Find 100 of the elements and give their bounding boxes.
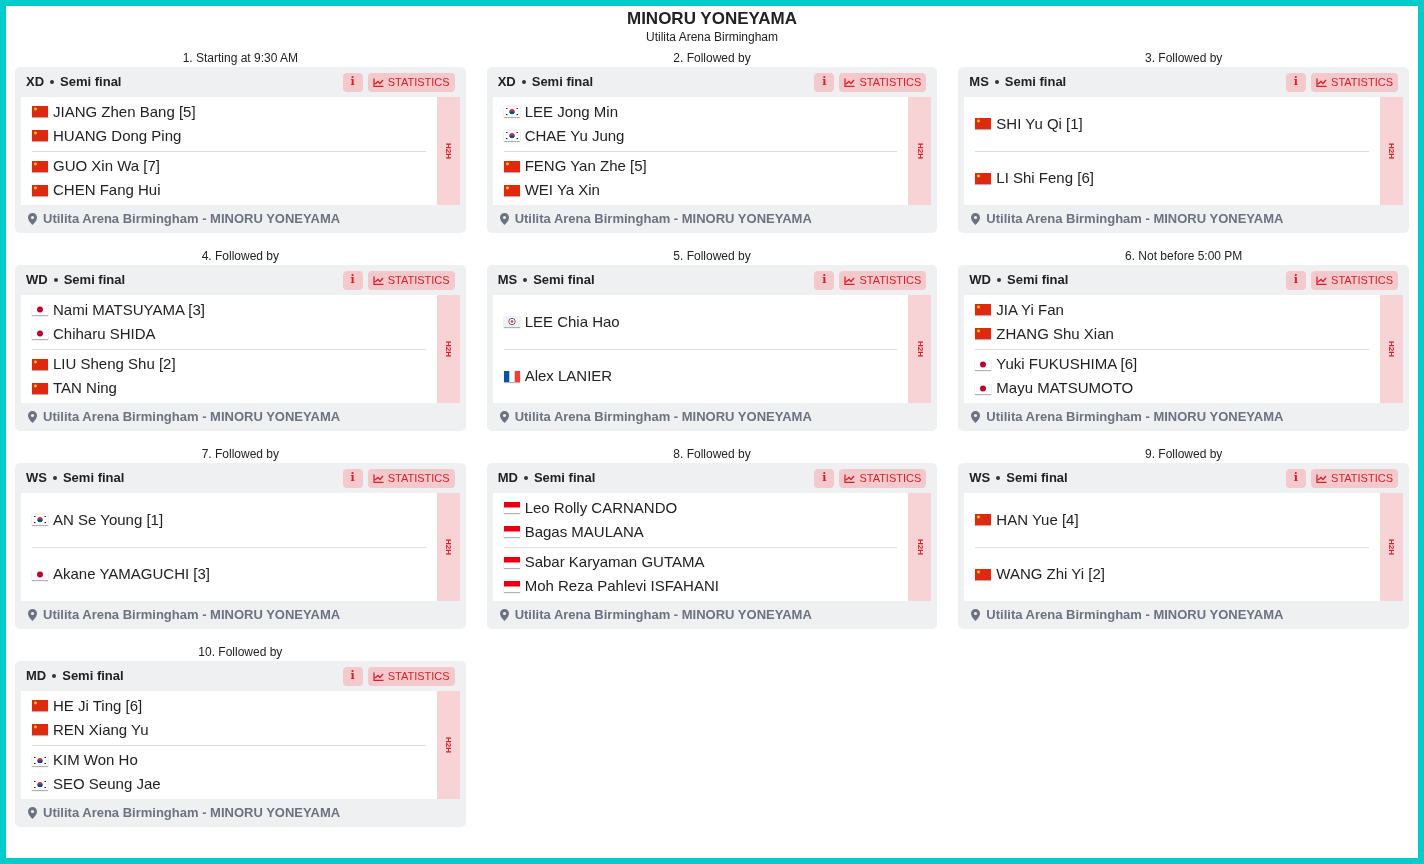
bullet-icon [996, 476, 1001, 480]
match-order: 10. Followed by [197, 645, 284, 659]
venue-subtitle: Utilita Arena Birmingham [645, 30, 779, 45]
chart-icon [372, 671, 384, 681]
match-order: 1. Starting at 9:30 AM [181, 51, 300, 65]
player-name[interactable]: JIA Yi Fan [996, 300, 1064, 319]
location-text: Utilita Arena Birmingham - MINORU YONEYAMA [986, 606, 1284, 625]
player-name[interactable]: ZHANG Shu Xian [996, 324, 1114, 343]
player-name[interactable]: CHEN Fang Hui [53, 181, 161, 200]
location-pin-icon [499, 609, 509, 621]
player-name[interactable]: LEE Chia Hao [524, 312, 620, 331]
location-text: Utilita Arena Birmingham - MINORU YONEYAMA [514, 408, 812, 427]
event-label: XD [497, 73, 516, 92]
match-order: 6. Not before 5:00 PM [1123, 249, 1244, 263]
chart-icon [372, 473, 384, 483]
location-text: Utilita Arena Birmingham - MINORU YONEYAMA [43, 210, 341, 229]
player-name[interactable]: FENG Yan Zhe [5] [524, 157, 647, 176]
chart-icon [372, 77, 384, 87]
match-order: 2. Followed by [672, 51, 752, 65]
h2h-button[interactable]: H2H [436, 691, 460, 799]
location-pin-icon [28, 609, 37, 621]
player-name[interactable]: REN Xiang Yu [53, 720, 149, 739]
player-name[interactable]: LI Shi Feng [6] [996, 169, 1094, 188]
bullet-icon [50, 80, 55, 84]
round-label: Semi final [1006, 469, 1068, 488]
event-label: XD [26, 73, 45, 92]
player-name[interactable]: WEI Ya Xin [524, 181, 600, 200]
location-text: Utilita Arena Birmingham - MINORU YONEYAMA [43, 606, 341, 625]
location-text: Utilita Arena Birmingham - MINORU YONEYAMA [986, 408, 1284, 427]
player-name[interactable]: Moh Reza Pahlevi ISFAHANI [524, 577, 719, 596]
bullet-icon [53, 278, 58, 282]
player-name[interactable]: Alex LANIER [524, 367, 613, 386]
match-order: 7. Followed by [200, 447, 280, 461]
location-pin-icon [499, 411, 509, 423]
round-label: Semi final [1007, 271, 1069, 290]
player-name[interactable]: WANG Zhi Yi [2] [996, 565, 1105, 584]
player-name[interactable]: AN Se Young [1] [53, 510, 164, 529]
location-pin-icon [28, 411, 37, 423]
player-name[interactable]: Yuki FUKUSHIMA [6] [996, 355, 1138, 374]
round-label: Semi final [533, 469, 596, 488]
player-name[interactable]: HE Ji Ting [6] [53, 696, 143, 715]
chart-icon [844, 275, 856, 285]
h2h-button[interactable]: H2H [1380, 493, 1403, 601]
location-pin-icon [971, 411, 981, 423]
location-pin-icon [971, 213, 981, 225]
location-text: Utilita Arena Birmingham - MINORU YONEYAMA [986, 210, 1284, 229]
h2h-button[interactable]: H2H [908, 295, 932, 403]
player-name[interactable]: Leo Rolly CARNANDO [524, 498, 678, 517]
event-label: WD [26, 271, 48, 290]
event-label: MS [969, 73, 989, 92]
h2h-button[interactable]: H2H [1380, 97, 1403, 205]
player-name[interactable]: KIM Won Ho [53, 751, 138, 770]
h2h-button[interactable]: H2H [436, 493, 460, 601]
chart-icon [844, 473, 856, 483]
player-name[interactable]: Bagas MAULANA [524, 522, 644, 541]
player-name[interactable]: Chiharu SHIDA [53, 324, 156, 343]
event-label: WS [26, 469, 47, 488]
chart-icon [1316, 473, 1328, 483]
match-order: 8. Followed by [672, 447, 752, 461]
player-name[interactable]: TAN Ning [53, 379, 117, 398]
chart-icon [844, 77, 856, 87]
event-label: MS [497, 271, 518, 290]
chart-icon [1316, 77, 1328, 87]
h2h-button[interactable]: H2H [908, 493, 932, 601]
player-name[interactable]: LIU Sheng Shu [2] [53, 355, 176, 374]
player-name[interactable]: GUO Xin Wa [7] [53, 157, 160, 176]
h2h-button[interactable]: H2H [436, 295, 460, 403]
round-label: Semi final [62, 469, 125, 488]
event-label: MD [497, 469, 518, 488]
h2h-button[interactable]: H2H [908, 97, 932, 205]
event-label: WD [969, 271, 991, 290]
player-name[interactable]: Sabar Karyaman GUTAMA [524, 553, 705, 572]
event-label: WS [969, 469, 991, 488]
location-text: Utilita Arena Birmingham - MINORU YONEYAMA [514, 210, 812, 229]
bullet-icon [521, 80, 526, 84]
player-name[interactable]: SEO Seung Jae [53, 775, 161, 794]
player-name[interactable]: HUANG Dong Ping [53, 126, 182, 145]
player-name[interactable]: Mayu MATSUMOTO [996, 379, 1134, 398]
page-title: MINORU YONEYAMA [627, 8, 797, 30]
location-text: Utilita Arena Birmingham - MINORU YONEYAMA [514, 606, 812, 625]
player-name[interactable]: Akane YAMAGUCHI [3] [53, 565, 210, 584]
match-order: 3. Followed by [1143, 51, 1224, 65]
player-name[interactable]: CHAE Yu Jung [524, 126, 625, 145]
location-text: Utilita Arena Birmingham - MINORU YONEYAMA [43, 408, 341, 427]
round-label: Semi final [60, 73, 122, 92]
round-label: Semi final [62, 667, 124, 686]
h2h-button[interactable]: H2H [436, 97, 460, 205]
round-label: Semi final [531, 73, 594, 92]
player-name[interactable]: LEE Jong Min [524, 102, 619, 121]
match-order: 4. Followed by [200, 249, 280, 263]
bullet-icon [52, 674, 57, 678]
player-name[interactable]: Nami MATSUYAMA [3] [53, 300, 205, 319]
h2h-button[interactable]: H2H [1380, 295, 1403, 403]
player-name[interactable]: JIANG Zhen Bang [5] [53, 102, 196, 121]
match-order: 5. Followed by [672, 249, 752, 263]
player-name[interactable]: HAN Yue [4] [996, 510, 1079, 529]
bullet-icon [523, 278, 528, 282]
bullet-icon [994, 80, 999, 84]
location-pin-icon [499, 213, 509, 225]
player-name[interactable]: SHI Yu Qi [1] [996, 114, 1083, 133]
